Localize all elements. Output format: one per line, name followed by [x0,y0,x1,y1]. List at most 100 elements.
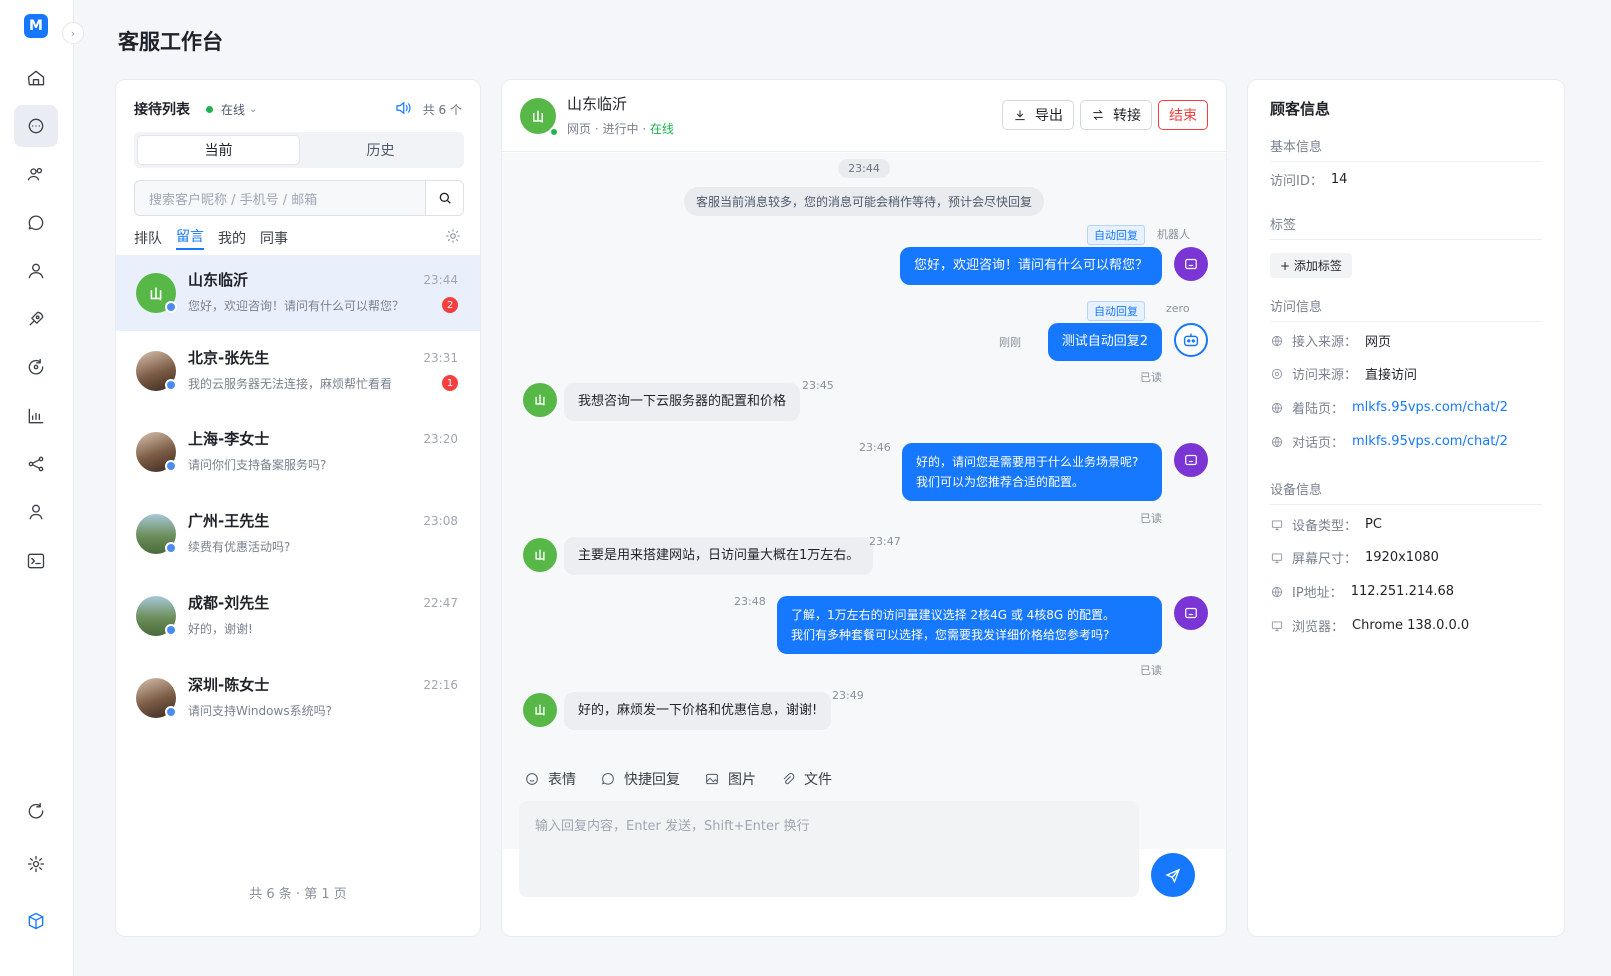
share-icon[interactable] [14,443,58,485]
user-icon[interactable] [14,250,58,292]
section-device: 设备信息 [1270,479,1542,505]
conversation-preview: 续费有优惠活动吗? [188,540,291,554]
speaker-icon[interactable] [393,99,413,120]
filter-mine[interactable]: 我的 [218,228,246,248]
conversation-preview: 请问支持Windows系统吗? [188,704,332,718]
tab-current[interactable]: 当前 [137,135,300,165]
search-button[interactable] [425,181,463,215]
agent-avatar [1174,596,1208,630]
filter-tabs: 排队 留言 我的 同事 [134,226,462,250]
nav-rail: M › [0,0,84,976]
conversation-item[interactable]: 成都-刘先生 22:47 好的，谢谢! [116,578,480,654]
emoji-button[interactable]: 表情 [524,769,576,789]
conversation-time: 23:08 [423,514,458,528]
image-button[interactable]: 图片 [704,769,756,789]
gear-icon[interactable] [444,227,462,249]
expand-rail-button[interactable]: › [62,22,84,44]
search-input[interactable]: 搜索客户昵称 / 手机号 / 邮箱 [135,189,425,208]
message-time: 23:49 [832,689,864,702]
customer-avatar: 山 [523,383,557,417]
customer-avatar: 山 [523,693,557,727]
screen-size-row: 屏幕尺寸： 1920x1080 [1270,548,1554,567]
add-tag-button[interactable]: + 添加标签 [1270,253,1352,278]
filter-queue[interactable]: 排队 [134,228,162,248]
message-bubble: 好的，请问您是需要用于什么业务场景呢? 我们可以为您推荐合适的配置。 [902,443,1162,501]
rocket-icon[interactable] [14,298,58,340]
box-icon[interactable] [14,900,58,942]
message-icon[interactable] [14,202,58,244]
chat-customer-name: 山东临沂 [567,95,628,113]
reply-input[interactable]: 输入回复内容，Enter 发送，Shift+Enter 换行 [519,801,1139,897]
app-logo[interactable]: M [24,14,48,38]
message-bubble: 好的，麻烦发一下价格和优惠信息，谢谢! [564,692,832,730]
globe-icon [1271,586,1283,597]
app-frame: M › 客服工作台 接待列表 在线 ⌄ 共 6 个 当前 历史 搜索客户昵称 /… [0,0,1611,976]
system-notice: 客服当前消息较多，您的消息可能会稍作等待，预计会尽快回复 [683,187,1045,216]
conversation-time: 23:44 [423,273,458,287]
end-button[interactable]: 结束 [1158,100,1208,130]
sender-name: zero [1166,302,1190,315]
verified-badge [165,624,177,636]
conversation-time: 22:16 [423,678,458,692]
chevron-down-icon[interactable]: ⌄ [249,104,257,115]
export-button[interactable]: 导出 [1002,100,1074,130]
filter-colleagues[interactable]: 同事 [260,228,288,248]
conversation-preview: 好的，谢谢! [188,622,253,636]
conversation-item[interactable]: 广州-王先生 23:08 续费有优惠活动吗? [116,496,480,572]
chat-actions: 导出 转接 结束 [1002,100,1208,130]
agent-avatar [1174,247,1208,281]
conversation-preview: 我的云服务器无法连接，麻烦帮忙看看 [188,377,393,391]
download-icon [1015,110,1025,121]
home-icon[interactable] [14,57,58,99]
conversation-item[interactable]: 北京-张先生 23:31 我的云服务器无法连接，麻烦帮忙看看 1 [116,333,480,409]
smile-icon [526,773,538,785]
monitor-icon [1271,620,1283,631]
read-receipt: 已读 [1140,371,1162,384]
users-icon[interactable] [14,153,58,195]
person-icon[interactable] [14,491,58,533]
filter-messages[interactable]: 留言 [176,226,204,250]
monitor-icon [1271,552,1283,563]
refresh-icon[interactable] [14,790,58,832]
chat-page-link[interactable]: mlkfs.95vps.com/chat/2 [1352,434,1508,449]
entry-source-row: 接入来源： 网页 [1270,331,1554,350]
landing-page-link[interactable]: mlkfs.95vps.com/chat/2 [1352,400,1508,415]
composer-toolbar: 表情 快捷回复 图片 文件 [524,769,832,789]
chat-page-row: 对话页： mlkfs.95vps.com/chat/2 [1270,432,1554,451]
sync-icon[interactable] [14,346,58,388]
terminal-icon[interactable] [14,540,58,582]
chart-icon[interactable] [14,395,58,437]
send-button[interactable] [1151,853,1195,897]
bot-icon [1185,258,1197,270]
file-button[interactable]: 文件 [780,769,832,789]
status-dropdown[interactable]: 在线 [221,101,245,118]
conversation-preview: 您好，欢迎咨询！请问有什么可以帮您？ [188,299,405,313]
chat-panel: 山 山东临沂 网页 · 进行中 · 在线 导出 转接 结束 23:44 客服当前… [501,79,1227,937]
globe-icon [1271,402,1283,413]
pagination-info: 共 6 条 · 第 1 页 [249,887,347,902]
list-title: 接待列表 [134,102,190,118]
online-dot [206,105,213,113]
search-box: 搜索客户昵称 / 手机号 / 邮箱 [134,180,464,216]
list-tabs: 当前 历史 [134,132,464,168]
settings-icon[interactable] [14,843,58,885]
conversation-item[interactable]: 山 山东临沂 23:44 您好，欢迎咨询！请问有什么可以帮您？ 2 [116,255,480,331]
verified-badge [165,379,177,391]
paperclip-icon [783,773,795,785]
conversation-name: 成都-刘先生 [188,594,270,612]
conversation-item[interactable]: 上海-李女士 23:20 请问你们支持备案服务吗? [116,414,480,490]
conversation-count: 共 6 个 [422,102,462,117]
chat-icon[interactable] [14,105,58,147]
conversation-list-panel: 接待列表 在线 ⌄ 共 6 个 当前 历史 搜索客户昵称 / 手机号 / 邮箱 … [115,79,481,937]
globe-icon [1271,436,1283,447]
conversation-item[interactable]: 深圳-陈女士 22:16 请问支持Windows系统吗? [116,660,480,736]
transfer-button[interactable]: 转接 [1080,100,1152,130]
message-bubble: 测试自动回复2 [1047,323,1162,361]
referrer-row: 访问来源： 直接访问 [1270,364,1554,383]
tab-history[interactable]: 历史 [300,135,461,165]
chat-status-line: 网页 · 进行中 · 在线 [567,122,674,136]
conversation-name: 广州-王先生 [188,512,270,530]
section-tags: 标签 [1270,214,1542,240]
section-visit: 访问信息 [1270,296,1542,322]
quick-reply-button[interactable]: 快捷回复 [600,769,680,789]
